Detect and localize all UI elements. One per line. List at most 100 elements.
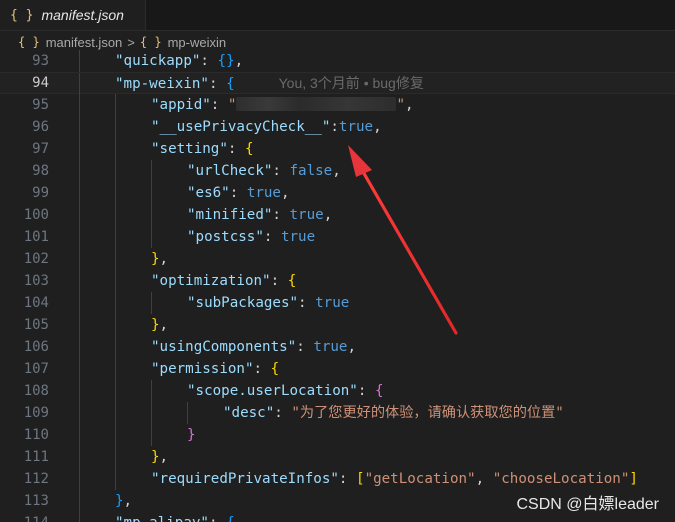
line-number: 96 bbox=[32, 119, 49, 135]
line-number: 111 bbox=[23, 449, 49, 465]
code-token: : bbox=[330, 119, 339, 135]
code-line[interactable]: 107 "permission": { bbox=[0, 358, 675, 380]
indent-guide bbox=[79, 248, 80, 270]
indent-guide bbox=[79, 73, 80, 95]
code-content: "minified": true, bbox=[187, 204, 332, 226]
line-number: 114 bbox=[0, 512, 49, 522]
code-token: "optimization" bbox=[151, 273, 271, 289]
code-token: " bbox=[227, 97, 237, 113]
indent-guide bbox=[79, 424, 80, 446]
code-token: : bbox=[274, 405, 292, 421]
git-blame-annotation: You, 3个月前 • bug修复 bbox=[278, 75, 424, 91]
code-line[interactable]: 100 "minified": true, bbox=[0, 204, 675, 226]
code-token: : bbox=[253, 361, 271, 377]
code-editor[interactable]: 93 "quickapp": {}, 94 "mp-weixin": {You, 3个… bbox=[0, 50, 675, 522]
code-token: "requiredPrivateInfos" bbox=[151, 471, 339, 487]
code-token: "subPackages" bbox=[187, 295, 299, 311]
code-line[interactable]: 110} bbox=[0, 424, 675, 446]
code-content: } bbox=[187, 424, 196, 446]
indent-guide bbox=[115, 468, 116, 490]
indent-guide bbox=[79, 380, 80, 402]
code-content: "appid": " ", bbox=[151, 94, 414, 116]
tab-label: manifest.json bbox=[41, 7, 124, 23]
line-number: 109 bbox=[23, 405, 49, 421]
code-line[interactable]: 99 "es6": true, bbox=[0, 182, 675, 204]
line-number: 107 bbox=[23, 361, 49, 377]
code-token: , bbox=[234, 53, 244, 69]
code-token: "setting" bbox=[151, 141, 228, 157]
code-line[interactable]: 102}, bbox=[0, 248, 675, 270]
code-content: "subPackages": true bbox=[187, 292, 349, 314]
code-token: : bbox=[210, 97, 228, 113]
code-token: } bbox=[115, 493, 124, 509]
watermark: CSDN @白嫖leader bbox=[516, 496, 659, 513]
indent-guide bbox=[151, 182, 152, 204]
indent-guide bbox=[79, 94, 80, 116]
code-line[interactable]: 95 "appid": " ", bbox=[0, 94, 675, 116]
code-token: { bbox=[217, 53, 227, 69]
code-line[interactable]: 104 "subPackages": true bbox=[0, 292, 675, 314]
code-token: , bbox=[347, 339, 357, 355]
code-line[interactable]: 108 "scope.userLocation": { bbox=[0, 380, 675, 402]
code-content: "__usePrivacyCheck__":true, bbox=[151, 116, 382, 138]
code-token: : bbox=[209, 515, 226, 522]
code-line[interactable]: 94 "mp-weixin": {You, 3个月前 • bug修复 bbox=[0, 72, 675, 95]
breadcrumb-file[interactable]: { } manifest.json bbox=[18, 35, 122, 50]
code-token: : bbox=[200, 53, 218, 69]
code-content: }, bbox=[151, 248, 168, 270]
code-line[interactable]: 112 "requiredPrivateInfos": ["getLocation… bbox=[0, 468, 675, 490]
code-line[interactable]: 106 "usingComponents": true, bbox=[0, 336, 675, 358]
indent-guide bbox=[115, 424, 116, 446]
indent-guide bbox=[151, 380, 152, 402]
indent-guide bbox=[79, 292, 80, 314]
indent-guide bbox=[79, 490, 80, 512]
breadcrumb-node-label: mp-weixin bbox=[167, 34, 227, 50]
indent-guide bbox=[79, 50, 80, 72]
code-token: "mp-weixin" bbox=[115, 76, 209, 92]
code-line[interactable]: 105}, bbox=[0, 314, 675, 336]
tab-manifest-json[interactable]: { } manifest.json bbox=[0, 0, 146, 30]
indent-guide bbox=[115, 182, 116, 204]
code-token: { bbox=[287, 273, 297, 289]
code-line[interactable]: 96 "__usePrivacyCheck__":true, bbox=[0, 116, 675, 138]
code-line[interactable]: 111}, bbox=[0, 446, 675, 468]
json-file-icon: { } bbox=[18, 35, 40, 49]
code-token: : bbox=[296, 339, 314, 355]
code-content: "mp-alipay": { bbox=[115, 512, 235, 522]
indent-guide bbox=[79, 116, 80, 138]
code-line[interactable]: 103 "optimization": { bbox=[0, 270, 675, 292]
code-content: "permission": { bbox=[151, 358, 279, 380]
indent-guide bbox=[115, 402, 116, 424]
line-number: 95 bbox=[32, 97, 49, 113]
code-token: "desc" bbox=[223, 405, 275, 421]
code-token: "scope.userLocation" bbox=[187, 383, 358, 399]
indent-guide bbox=[151, 160, 152, 182]
code-token: , bbox=[332, 163, 341, 179]
code-line[interactable]: 93 "quickapp": {}, bbox=[0, 50, 675, 72]
code-line[interactable]: 98 "urlCheck": false, bbox=[0, 160, 675, 182]
code-content: "quickapp": {}, bbox=[115, 50, 243, 72]
indent-guide bbox=[79, 270, 80, 292]
code-token: { bbox=[226, 515, 235, 522]
indent-guide bbox=[115, 226, 116, 248]
code-token: "usingComponents" bbox=[151, 339, 297, 355]
code-token: "__usePrivacyCheck__" bbox=[151, 119, 331, 135]
code-line[interactable]: 97 "setting": { bbox=[0, 138, 675, 160]
code-token: true bbox=[289, 207, 324, 223]
code-token: } bbox=[151, 317, 160, 333]
indent-guide bbox=[115, 160, 116, 182]
code-token: , bbox=[159, 251, 169, 267]
code-token: : bbox=[298, 295, 316, 311]
code-token: } bbox=[151, 449, 160, 465]
code-token: "minified" bbox=[187, 207, 273, 223]
code-token: , bbox=[123, 493, 133, 509]
code-line[interactable]: 101 "postcss": true bbox=[0, 226, 675, 248]
code-content: "requiredPrivateInfos": ["getLocation", … bbox=[151, 468, 638, 490]
code-token: : bbox=[227, 141, 245, 157]
code-line[interactable]: 109 "desc": "为了您更好的体验，请确认获取您的位置" bbox=[0, 402, 675, 424]
breadcrumb-node[interactable]: { } mp-weixin bbox=[140, 35, 226, 50]
code-token: , bbox=[159, 449, 169, 465]
code-token: true bbox=[280, 229, 316, 245]
breadcrumb-file-label: manifest.json bbox=[45, 34, 123, 50]
indent-guide bbox=[151, 292, 152, 314]
